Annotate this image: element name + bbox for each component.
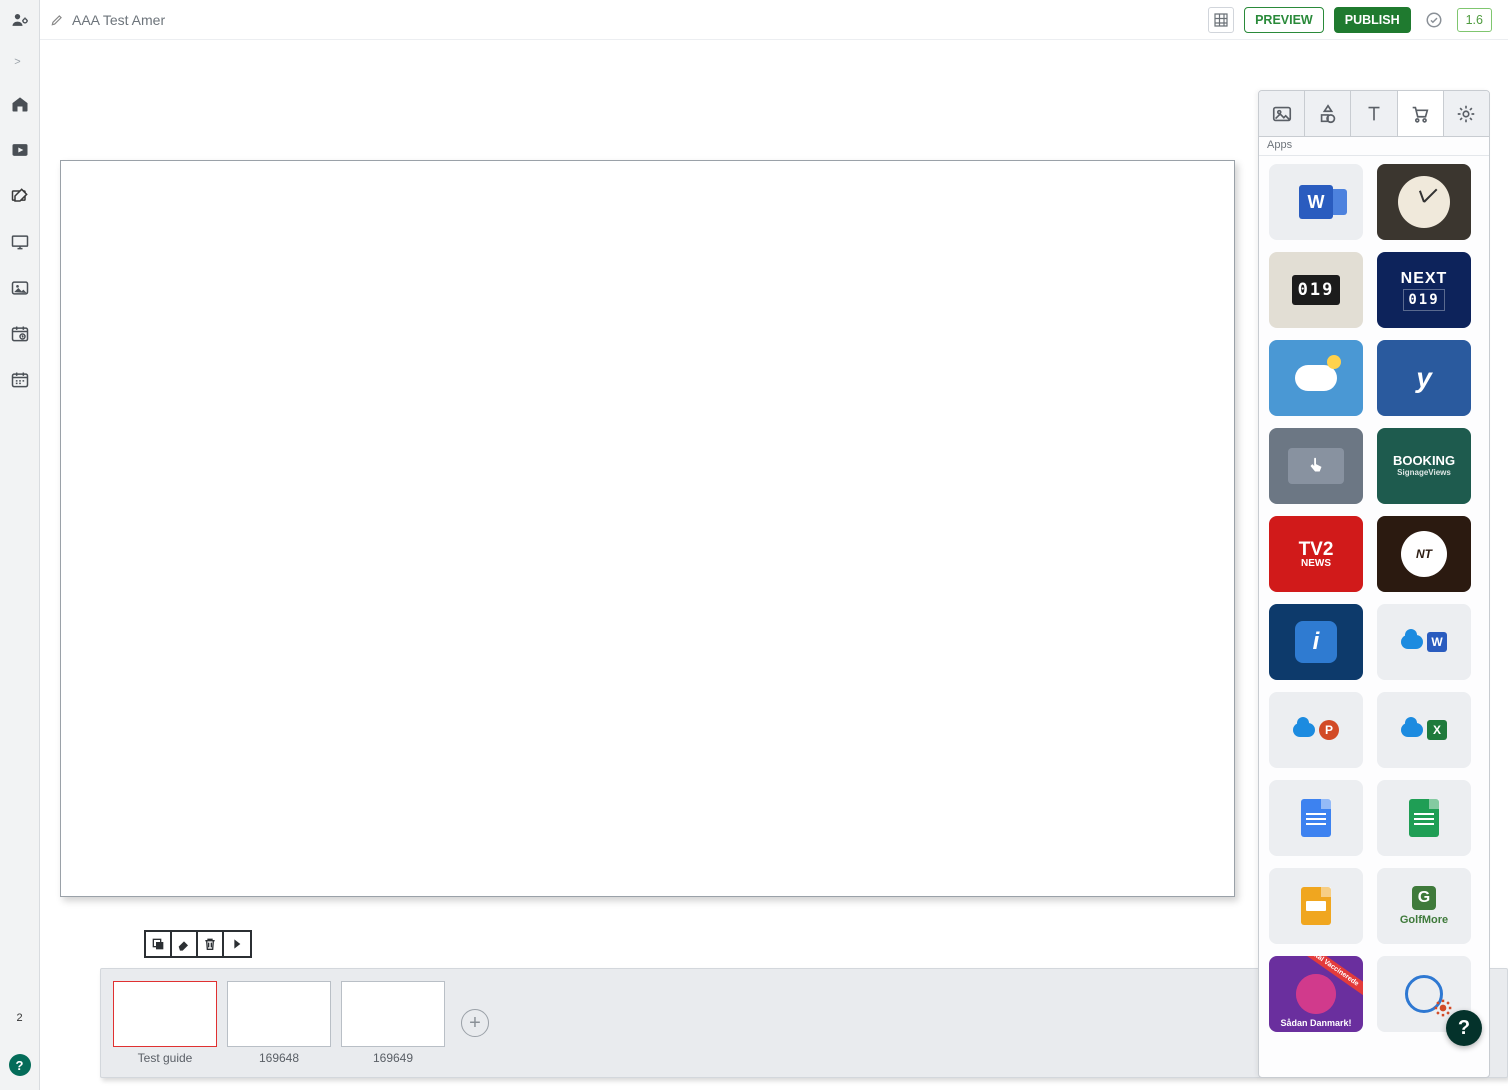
touch-icon: [1288, 448, 1344, 484]
app-tile-clock[interactable]: [1377, 164, 1471, 240]
duplicate-slide-button[interactable]: [146, 932, 172, 956]
next-label: NEXT: [1401, 270, 1448, 288]
next-slide-button[interactable]: [224, 932, 250, 956]
image-icon[interactable]: [10, 278, 30, 298]
app-tile-covid[interactable]: Antal VaccineredeSådan Danmark!: [1269, 956, 1363, 1032]
yammer-icon: y: [1416, 362, 1432, 394]
excel-badge-icon: X: [1427, 720, 1447, 740]
side-panel-section-label: Apps: [1259, 137, 1489, 156]
title-wrap[interactable]: AAA Test Amer: [50, 12, 165, 28]
thumbnail-caption: Test guide: [138, 1051, 193, 1065]
weather-icon: [1295, 365, 1337, 391]
clear-slide-button[interactable]: [172, 932, 198, 956]
add-slide-button[interactable]: +: [461, 1009, 489, 1037]
tv2-sublabel: NEWS: [1301, 559, 1331, 569]
schedule-icon[interactable]: [10, 324, 30, 344]
preview-button[interactable]: PREVIEW: [1244, 7, 1324, 33]
page-title: AAA Test Amer: [72, 12, 165, 28]
word-icon: W: [1299, 185, 1333, 219]
app-tile-onedrive-word[interactable]: W: [1377, 604, 1471, 680]
tab-apps[interactable]: [1398, 91, 1444, 136]
notification-count: 2: [16, 1012, 22, 1024]
clock-icon: [1398, 176, 1450, 228]
golfmore-label: GolfMore: [1400, 914, 1448, 926]
powerpoint-badge-icon: P: [1319, 720, 1339, 740]
tab-text[interactable]: [1351, 91, 1397, 136]
media-icon[interactable]: [10, 140, 30, 160]
breadcrumb-caret: >: [14, 56, 20, 68]
slide-thumbnail[interactable]: 169648: [227, 981, 331, 1065]
app-tile-onedrive-excel[interactable]: X: [1377, 692, 1471, 768]
publish-button[interactable]: PUBLISH: [1334, 7, 1411, 33]
version-badge: 1.6: [1457, 8, 1492, 32]
app-grid: W 019 NEXT019 y BOOKINGSignageViews TV2N…: [1269, 164, 1481, 1032]
app-tile-weather[interactable]: [1269, 340, 1363, 416]
left-rail: > 2 ?: [0, 0, 40, 1090]
canvas-area: Test guide 169648 169649 + Apps W 019 N: [40, 40, 1508, 1090]
pencil-icon: [50, 13, 64, 27]
app-tile-counter[interactable]: 019: [1269, 252, 1363, 328]
thumb-toolbar: [144, 930, 252, 958]
thumbnail-frame: [113, 981, 217, 1047]
covid-caption: Sådan Danmark!: [1280, 1018, 1351, 1028]
next-digits: 019: [1403, 289, 1444, 311]
nt-icon: NT: [1401, 531, 1447, 577]
slide-thumbnail[interactable]: 169649: [341, 981, 445, 1065]
booking-sublabel: SignageViews: [1397, 469, 1451, 478]
help-icon[interactable]: ?: [9, 1054, 31, 1076]
tv2-label: TV2: [1299, 540, 1334, 559]
grid-toggle-button[interactable]: [1208, 7, 1234, 33]
gslides-icon: [1301, 887, 1331, 925]
app-tile-google-docs[interactable]: [1269, 780, 1363, 856]
approve-button[interactable]: [1421, 7, 1447, 33]
word-badge-icon: W: [1427, 632, 1447, 652]
onedrive-icon: [1293, 723, 1315, 737]
counter-digits: 019: [1292, 275, 1341, 305]
virus-icon: [1296, 974, 1336, 1014]
tab-shapes[interactable]: [1305, 91, 1351, 136]
slide-thumbnail[interactable]: Test guide: [113, 981, 217, 1065]
thumbnail-caption: 169649: [373, 1051, 413, 1065]
onedrive-icon: [1401, 635, 1423, 649]
apps-scroll-area[interactable]: W 019 NEXT019 y BOOKINGSignageViews TV2N…: [1259, 156, 1489, 1077]
app-tile-tv2news[interactable]: TV2NEWS: [1269, 516, 1363, 592]
slide-canvas[interactable]: [60, 160, 1235, 897]
side-panel-tabs: [1259, 91, 1489, 137]
app-tile-google-slides[interactable]: [1269, 868, 1363, 944]
gdocs-icon: [1301, 799, 1331, 837]
top-bar: AAA Test Amer PREVIEW PUBLISH 1.6: [40, 0, 1508, 40]
home-icon[interactable]: [10, 94, 30, 114]
thumbnail-caption: 169648: [259, 1051, 299, 1065]
tab-images[interactable]: [1259, 91, 1305, 136]
gsheets-icon: [1409, 799, 1439, 837]
golfmore-icon: G: [1412, 886, 1436, 910]
app-tile-word[interactable]: W: [1269, 164, 1363, 240]
thumbnail-frame: [341, 981, 445, 1047]
floating-help-button[interactable]: ?: [1446, 1010, 1482, 1046]
user-settings-icon[interactable]: [10, 10, 30, 30]
calendar-icon[interactable]: [10, 370, 30, 390]
editor-icon[interactable]: [10, 186, 30, 206]
side-panel: Apps W 019 NEXT019 y BOOKINGSignageViews…: [1258, 90, 1490, 1078]
thumbnail-frame: [227, 981, 331, 1047]
app-tile-next-counter[interactable]: NEXT019: [1377, 252, 1471, 328]
app-tile-booking[interactable]: BOOKINGSignageViews: [1377, 428, 1471, 504]
display-icon[interactable]: [10, 232, 30, 252]
booking-label: BOOKING: [1393, 454, 1455, 468]
delete-slide-button[interactable]: [198, 932, 224, 956]
onedrive-icon: [1401, 723, 1423, 737]
app-tile-nt[interactable]: NT: [1377, 516, 1471, 592]
info-icon: i: [1295, 621, 1337, 663]
app-tile-info[interactable]: i: [1269, 604, 1363, 680]
tab-settings[interactable]: [1444, 91, 1489, 136]
app-tile-onedrive-powerpoint[interactable]: P: [1269, 692, 1363, 768]
app-tile-golfmore[interactable]: G GolfMore: [1377, 868, 1471, 944]
app-tile-yammer[interactable]: y: [1377, 340, 1471, 416]
app-tile-google-sheets[interactable]: [1377, 780, 1471, 856]
app-tile-touch[interactable]: [1269, 428, 1363, 504]
